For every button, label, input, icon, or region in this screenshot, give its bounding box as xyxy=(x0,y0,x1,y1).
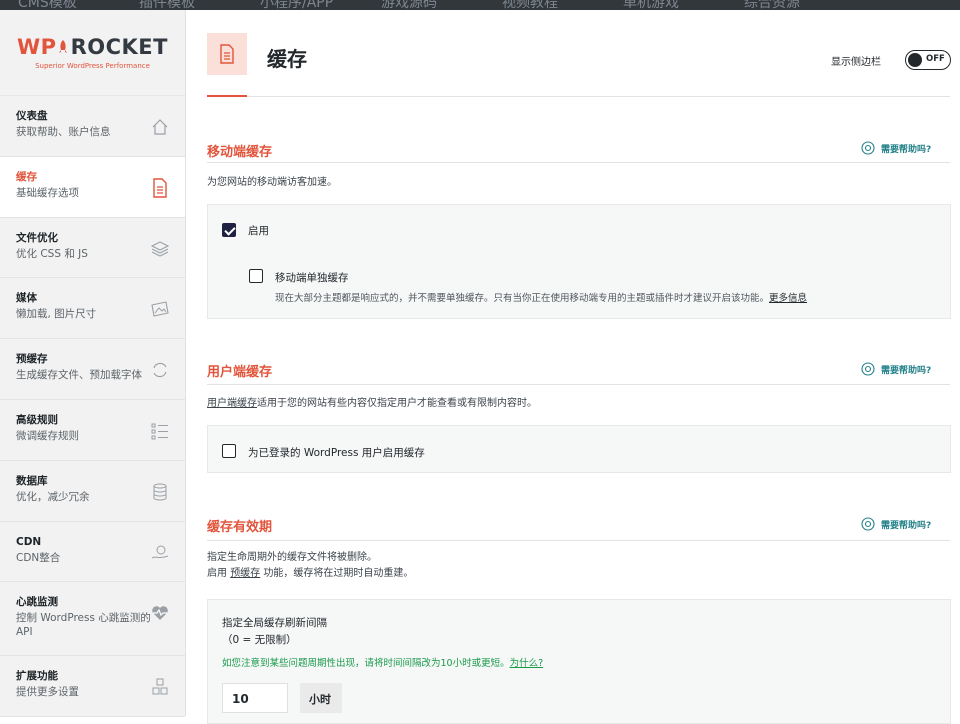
document-icon xyxy=(220,44,234,64)
cache-lifespan-desc: 指定生命周期外的缓存文件将被删除。 启用 预缓存 功能，缓存将在过期时自动重建。 xyxy=(207,552,414,579)
sidebar-item-heartbeat[interactable]: 心跳监测 控制 WordPress 心跳监测的 API xyxy=(0,582,185,657)
sidebar-item-desc: CDN整合 xyxy=(16,551,61,564)
help-label: 需要帮助吗? xyxy=(881,520,932,531)
user-cache-title: 用户端缓存 xyxy=(207,365,273,380)
section-divider xyxy=(207,540,950,541)
help-label: 需要帮助吗? xyxy=(881,365,932,376)
sidebar-item-cdn[interactable]: CDN CDN整合 xyxy=(0,522,185,583)
toggle-knob xyxy=(908,52,922,67)
wp-rocket-logo[interactable]: WP ROCKET Superior WordPress Performance xyxy=(0,10,185,96)
rocket-icon xyxy=(58,40,67,53)
sidebar: WP ROCKET Superior WordPress Performance… xyxy=(0,10,186,718)
logo-mark: WP ROCKET xyxy=(17,35,168,59)
mobile-cache-desc: 为您网站的移动端访客加速。 xyxy=(207,177,337,188)
logo-rocket: ROCKET xyxy=(70,35,168,59)
help-link-lifespan[interactable]: 需要帮助吗? xyxy=(861,517,931,531)
sidebar-item-desc: 懒加载, 图片尺寸 xyxy=(16,308,97,321)
help-link-mobile[interactable]: 需要帮助吗? xyxy=(861,141,931,155)
sidebar-item-database[interactable]: 数据库 优化，减少冗余 xyxy=(0,461,185,522)
logo-tagline: Superior WordPress Performance xyxy=(35,62,150,70)
sidebar-item-desc: 生成缓存文件、预加载字体 xyxy=(16,369,142,382)
header-divider xyxy=(207,96,950,97)
refresh-icon xyxy=(149,359,171,381)
toggle-state: OFF xyxy=(926,54,945,64)
help-link-user[interactable]: 需要帮助吗? xyxy=(861,362,931,376)
top-tab[interactable]: 游戏源码 xyxy=(381,0,502,10)
list-icon xyxy=(149,420,171,442)
mobile-cache-options: 启用 移动端单独缓存 现在大部分主题都是响应式的，并不需要单独缓存。只有当你正在… xyxy=(207,204,951,319)
mobile-cache-title: 移动端缓存 xyxy=(207,145,273,160)
layers-icon xyxy=(149,238,171,260)
lifebuoy-icon xyxy=(861,141,875,155)
sidebar-toggle[interactable]: OFF xyxy=(905,50,951,70)
logged-in-cache-label: 为已登录的 WordPress 用户启用缓存 xyxy=(248,447,425,459)
top-tab[interactable]: 单机游戏 xyxy=(623,0,744,10)
sidebar-item-desc: 提供更多设置 xyxy=(16,686,79,699)
home-icon xyxy=(149,116,171,138)
enable-mobile-checkbox[interactable] xyxy=(222,223,236,237)
sidebar-item-desc: 优化，减少冗余 xyxy=(16,490,90,503)
heart-icon xyxy=(149,602,171,624)
more-info-link[interactable]: 更多信息 xyxy=(769,293,807,304)
top-tab[interactable]: 视频教程 xyxy=(502,0,623,10)
lifespan-field-label: 指定全局缓存刷新间隔 xyxy=(222,617,327,629)
lifespan-unit: 小时 xyxy=(300,683,342,713)
sidebar-item-desc: 基础缓存选项 xyxy=(16,186,79,199)
separate-mobile-desc: 现在大部分主题都是响应式的，并不需要单独缓存。只有当你正在使用移动端专用的主题或… xyxy=(275,293,808,304)
sidebar-item-cache[interactable]: 缓存 基础缓存选项 xyxy=(0,156,185,218)
top-tabs-bar: CMS模板 插件模板 小程序/APP 游戏源码 视频教程 单机游戏 综合资源 xyxy=(0,0,960,10)
sidebar-item-media[interactable]: 媒体 懒加载, 图片尺寸 xyxy=(0,278,185,340)
sidebar-item-addons[interactable]: 扩展功能 提供更多设置 xyxy=(0,656,185,718)
section-divider xyxy=(207,384,950,385)
sidebar-item-preload[interactable]: 预缓存 生成缓存文件、预加载字体 xyxy=(0,339,185,400)
logged-in-cache-checkbox[interactable] xyxy=(222,444,236,458)
user-cache-desc: 用户端缓存适用于您的网站有些内容仅指定用户才能查看或有限制内容时。 xyxy=(207,398,537,409)
separate-mobile-checkbox[interactable] xyxy=(249,269,263,283)
top-tab[interactable]: 综合资源 xyxy=(744,0,865,10)
lifebuoy-icon xyxy=(861,517,875,531)
page-title: 缓存 xyxy=(267,47,307,71)
lifespan-field-hint: （0 = 无限制） xyxy=(222,634,297,646)
sidebar-toggle-label: 显示侧边栏 xyxy=(831,57,881,68)
preload-link[interactable]: 预缓存 xyxy=(230,568,260,579)
lifespan-value-input[interactable]: 10 xyxy=(222,683,288,713)
user-cache-link[interactable]: 用户端缓存 xyxy=(207,398,257,409)
header-accent xyxy=(207,95,247,97)
top-tab[interactable]: CMS模板 xyxy=(18,0,139,10)
top-tab[interactable]: 小程序/APP xyxy=(260,0,381,10)
sidebar-item-file-optimization[interactable]: 文件优化 优化 CSS 和 JS xyxy=(0,218,185,279)
top-tab[interactable]: 插件模板 xyxy=(139,0,260,10)
cache-lifespan-title: 缓存有效期 xyxy=(207,520,273,535)
section-divider xyxy=(207,162,950,163)
logo-wp: WP xyxy=(17,35,57,59)
sidebar-item-desc: 优化 CSS 和 JS xyxy=(16,247,88,260)
database-icon xyxy=(149,481,171,503)
help-label: 需要帮助吗? xyxy=(881,144,932,155)
sidebar-item-desc: 获取帮助、账户信息 xyxy=(16,126,111,138)
lifespan-tip: 如您注意到某些问题周期性出现，请将时间间隔改为10小时或更短。为什么? xyxy=(222,658,544,669)
user-cache-options: 为已登录的 WordPress 用户启用缓存 xyxy=(207,425,951,473)
separate-mobile-label: 移动端单独缓存 xyxy=(275,272,349,284)
why-link[interactable]: 为什么? xyxy=(510,658,544,669)
cache-lifespan-options: 指定全局缓存刷新间隔 （0 = 无限制） 如您注意到某些问题周期性出现，请将时间… xyxy=(207,599,951,724)
sidebar-item-desc: 控制 WordPress 心跳监测的 API xyxy=(16,612,151,639)
document-icon xyxy=(149,177,171,199)
cdn-icon xyxy=(149,542,171,564)
sidebar-item-dashboard[interactable]: 仪表盘 获取帮助、账户信息 xyxy=(0,96,185,157)
main-content: 缓存 显示侧边栏 OFF 移动端缓存 需要帮助吗? 为您网站的移动端访客加速。 … xyxy=(187,10,960,724)
sidebar-item-desc: 微调缓存规则 xyxy=(16,429,79,442)
enable-mobile-label: 启用 xyxy=(248,225,269,237)
sidebar-item-advanced-rules[interactable]: 高级规则 微调缓存规则 xyxy=(0,400,185,461)
lifebuoy-icon xyxy=(861,362,875,376)
page-icon xyxy=(207,33,247,75)
image-icon xyxy=(149,298,171,320)
addons-icon xyxy=(149,676,171,698)
